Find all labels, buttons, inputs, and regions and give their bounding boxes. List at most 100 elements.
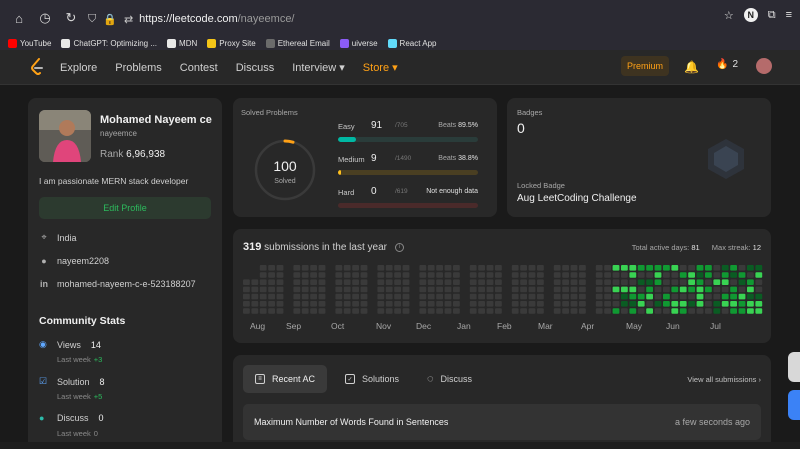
heatmap-cell[interactable] <box>747 265 754 271</box>
heatmap-cell[interactable] <box>747 308 754 314</box>
heatmap-cell[interactable] <box>427 279 435 285</box>
heatmap-cell[interactable] <box>612 293 620 300</box>
heatmap-cell[interactable] <box>310 265 317 271</box>
heatmap-cell[interactable] <box>747 293 754 300</box>
heatmap-cell[interactable] <box>579 293 586 300</box>
leetcode-logo-icon[interactable] <box>30 58 44 76</box>
heatmap-cell[interactable] <box>436 308 443 314</box>
heatmap-cell[interactable] <box>360 272 368 278</box>
bookmark-label[interactable]: MDN <box>179 39 197 48</box>
heatmap-cell[interactable] <box>663 293 670 300</box>
heatmap-cell[interactable] <box>293 308 301 314</box>
heatmap-cell[interactable] <box>293 293 301 300</box>
heatmap-cell[interactable] <box>646 301 653 307</box>
heatmap-cell[interactable] <box>495 265 502 271</box>
extensions-icon[interactable]: ⧉ <box>768 9 776 22</box>
heatmap-cell[interactable] <box>612 265 620 271</box>
heatmap-cell[interactable] <box>637 272 645 278</box>
heatmap-cell[interactable] <box>705 272 712 278</box>
heatmap-cell[interactable] <box>705 308 712 314</box>
heatmap-cell[interactable] <box>385 301 393 307</box>
heatmap-cell[interactable] <box>570 308 578 314</box>
heatmap-cell[interactable] <box>360 286 368 293</box>
github-text[interactable]: nayeem2208 <box>57 256 109 266</box>
heatmap-cell[interactable] <box>495 301 502 307</box>
heatmap-cell[interactable] <box>402 272 410 278</box>
heatmap-cell[interactable] <box>621 272 628 278</box>
heatmap-cell[interactable] <box>713 286 721 293</box>
heatmap-cell[interactable] <box>276 265 284 271</box>
heatmap-cell[interactable] <box>537 279 544 285</box>
heatmap-cell[interactable] <box>360 293 368 300</box>
heatmap-cell[interactable] <box>679 301 687 307</box>
heatmap-cell[interactable] <box>352 265 359 271</box>
bookmark-item[interactable]: ChatGPT: Optimizing ... <box>61 38 157 48</box>
heatmap-cell[interactable] <box>268 279 275 285</box>
heatmap-cell[interactable] <box>654 293 662 300</box>
heatmap-cell[interactable] <box>671 301 679 307</box>
heatmap-cell[interactable] <box>738 279 746 285</box>
heatmap-cell[interactable] <box>553 286 561 293</box>
bookmark-label[interactable]: uiverse <box>352 39 378 48</box>
heatmap-cell[interactable] <box>419 308 427 314</box>
heatmap-cell[interactable] <box>427 308 435 314</box>
heatmap-cell[interactable] <box>486 293 494 300</box>
heatmap-cell[interactable] <box>528 272 536 278</box>
heatmap-cell[interactable] <box>696 293 704 300</box>
nav-item[interactable]: Discuss <box>236 62 275 74</box>
heatmap-cell[interactable] <box>436 272 443 278</box>
heatmap-cell[interactable] <box>343 286 351 293</box>
nav-item[interactable]: Explore <box>60 62 97 74</box>
heatmap-cell[interactable] <box>553 293 561 300</box>
heatmap-cell[interactable] <box>259 293 267 300</box>
heatmap-cell[interactable] <box>394 272 401 278</box>
profile-linkedin[interactable]: in mohamed-nayeem-c-e-523188207 <box>39 279 196 289</box>
heatmap-cell[interactable] <box>335 293 343 300</box>
heatmap-cell[interactable] <box>679 293 687 300</box>
heatmap-cell[interactable] <box>310 301 317 307</box>
heatmap-cell[interactable] <box>755 272 763 278</box>
heatmap-cell[interactable] <box>444 265 452 271</box>
heatmap-cell[interactable] <box>385 293 393 300</box>
heatmap-cell[interactable] <box>495 293 502 300</box>
heatmap-cell[interactable] <box>621 265 628 271</box>
heatmap-cell[interactable] <box>713 272 721 278</box>
heatmap-cell[interactable] <box>663 272 670 278</box>
heatmap-cell[interactable] <box>528 301 536 307</box>
heatmap-cell[interactable] <box>360 279 368 285</box>
heatmap-cell[interactable] <box>352 272 359 278</box>
heatmap-cell[interactable] <box>637 293 645 300</box>
bell-icon[interactable]: 🔔 <box>684 60 699 74</box>
heatmap-cell[interactable] <box>293 286 301 293</box>
heatmap-cell[interactable] <box>419 272 427 278</box>
heatmap-cell[interactable] <box>705 293 712 300</box>
heatmap-cell[interactable] <box>427 265 435 271</box>
heatmap-cell[interactable] <box>402 301 410 307</box>
heatmap-cell[interactable] <box>663 301 670 307</box>
heatmap-cell[interactable] <box>604 293 611 300</box>
heatmap-cell[interactable] <box>444 301 452 307</box>
heatmap-cell[interactable] <box>360 308 368 314</box>
heatmap-cell[interactable] <box>469 301 477 307</box>
heatmap-cell[interactable] <box>646 272 653 278</box>
heatmap-cell[interactable] <box>579 301 586 307</box>
bookmark-label[interactable]: ChatGPT: Optimizing ... <box>73 39 157 48</box>
heatmap-cell[interactable] <box>688 308 695 314</box>
tab-recent-ac[interactable]: ≡ Recent AC <box>243 365 328 393</box>
heatmap-cell[interactable] <box>629 301 637 307</box>
heatmap-cell[interactable] <box>604 286 611 293</box>
heatmap-cell[interactable] <box>738 293 746 300</box>
heatmap-cell[interactable] <box>612 301 620 307</box>
heatmap-cell[interactable] <box>730 293 737 300</box>
heatmap-cell[interactable] <box>453 279 460 285</box>
heatmap-cell[interactable] <box>755 301 763 307</box>
heatmap-cell[interactable] <box>251 308 259 314</box>
heatmap-cell[interactable] <box>604 265 611 271</box>
side-tab[interactable] <box>788 390 800 420</box>
heatmap-cell[interactable] <box>520 265 527 271</box>
heatmap-cell[interactable] <box>520 286 527 293</box>
heatmap-cell[interactable] <box>637 308 645 314</box>
heatmap-cell[interactable] <box>251 279 259 285</box>
heatmap-cell[interactable] <box>419 286 427 293</box>
heatmap-cell[interactable] <box>705 286 712 293</box>
